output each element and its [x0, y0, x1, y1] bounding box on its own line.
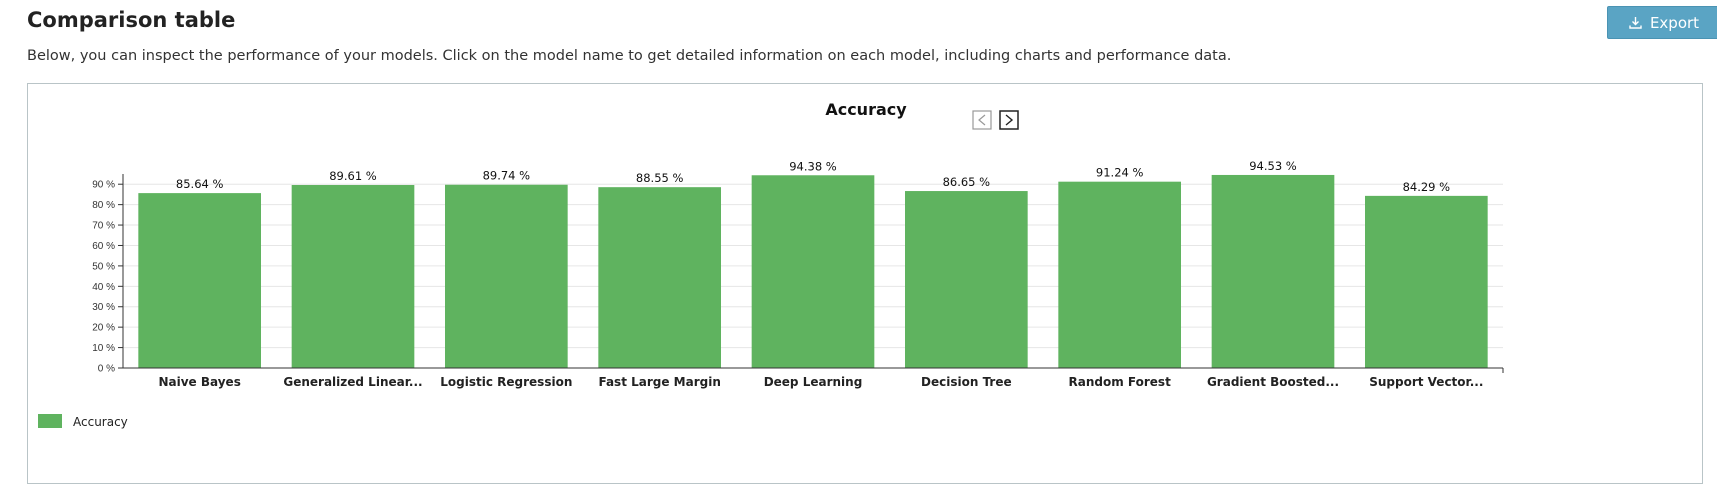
bar [291, 185, 415, 368]
x-tick-label[interactable]: Generalized Linear... [283, 375, 422, 389]
page-description: Below, you can inspect the performance o… [27, 48, 1232, 64]
next-chart-button[interactable] [999, 110, 1019, 130]
data-label: 94.38 % [789, 159, 837, 173]
data-label: 94.53 % [1249, 159, 1297, 173]
download-icon [1629, 17, 1642, 29]
legend-label: Accuracy [73, 415, 128, 429]
x-tick-label[interactable]: Support Vector... [1369, 375, 1483, 389]
chart-title: Accuracy [825, 100, 907, 119]
bar [1058, 181, 1181, 368]
y-tick-label: 40 % [92, 282, 115, 293]
x-tick-label[interactable]: Fast Large Margin [598, 375, 720, 389]
bar [598, 187, 721, 368]
legend-swatch [38, 414, 62, 428]
data-label: 91.24 % [1096, 166, 1144, 180]
y-axis: 0 % 10 % 20 % 30 % 40 % 50 % 60 % 70 % 80 % 90 % [92, 180, 123, 375]
data-label: 84.29 % [1403, 180, 1451, 194]
y-tick-label: 30 % [92, 302, 115, 313]
bars: 85.64 % Naive Bayes 89.61 % Generalized Lin… [138, 159, 1488, 389]
bar [1365, 195, 1488, 368]
bar [905, 191, 1028, 368]
bar [1211, 174, 1335, 368]
data-label: 88.55 % [636, 171, 684, 185]
data-label: 86.65 % [943, 175, 991, 189]
export-button[interactable]: Export [1607, 6, 1717, 39]
x-tick-label[interactable]: Deep Learning [764, 375, 863, 389]
page-title: Comparison table [27, 8, 236, 32]
bar [751, 175, 875, 368]
y-tick-label: 20 % [92, 323, 115, 334]
x-tick-label[interactable]: Gradient Boosted... [1207, 375, 1339, 389]
y-tick-label: 70 % [92, 221, 115, 232]
y-tick-label: 60 % [92, 241, 115, 252]
y-tick-label: 50 % [92, 261, 115, 272]
x-tick-label[interactable]: Naive Bayes [158, 375, 240, 389]
accuracy-chart: Accuracy 0 % 10 % 20 % 30 % 40 % 50 % 60 % 70 %… [38, 100, 1504, 429]
chart-panel: Accuracy 0 % 10 % 20 % 30 % 40 % 50 % 60 % 70 %… [27, 83, 1703, 484]
y-tick-label: 0 % [98, 364, 115, 375]
x-tick-label[interactable]: Decision Tree [921, 375, 1012, 389]
bar [445, 184, 568, 368]
x-tick-label[interactable]: Logistic Regression [440, 375, 572, 389]
x-tick-label[interactable]: Random Forest [1069, 375, 1172, 389]
data-label: 89.61 % [329, 169, 377, 183]
y-tick-label: 80 % [92, 200, 115, 211]
bar [138, 193, 261, 368]
prev-chart-button[interactable] [972, 110, 992, 130]
y-tick-label: 10 % [92, 343, 115, 354]
data-label: 89.74 % [483, 169, 531, 183]
legend: Accuracy [38, 414, 128, 429]
y-tick-label: 90 % [92, 180, 115, 191]
data-label: 85.64 % [176, 177, 224, 191]
export-label: Export [1649, 13, 1700, 32]
